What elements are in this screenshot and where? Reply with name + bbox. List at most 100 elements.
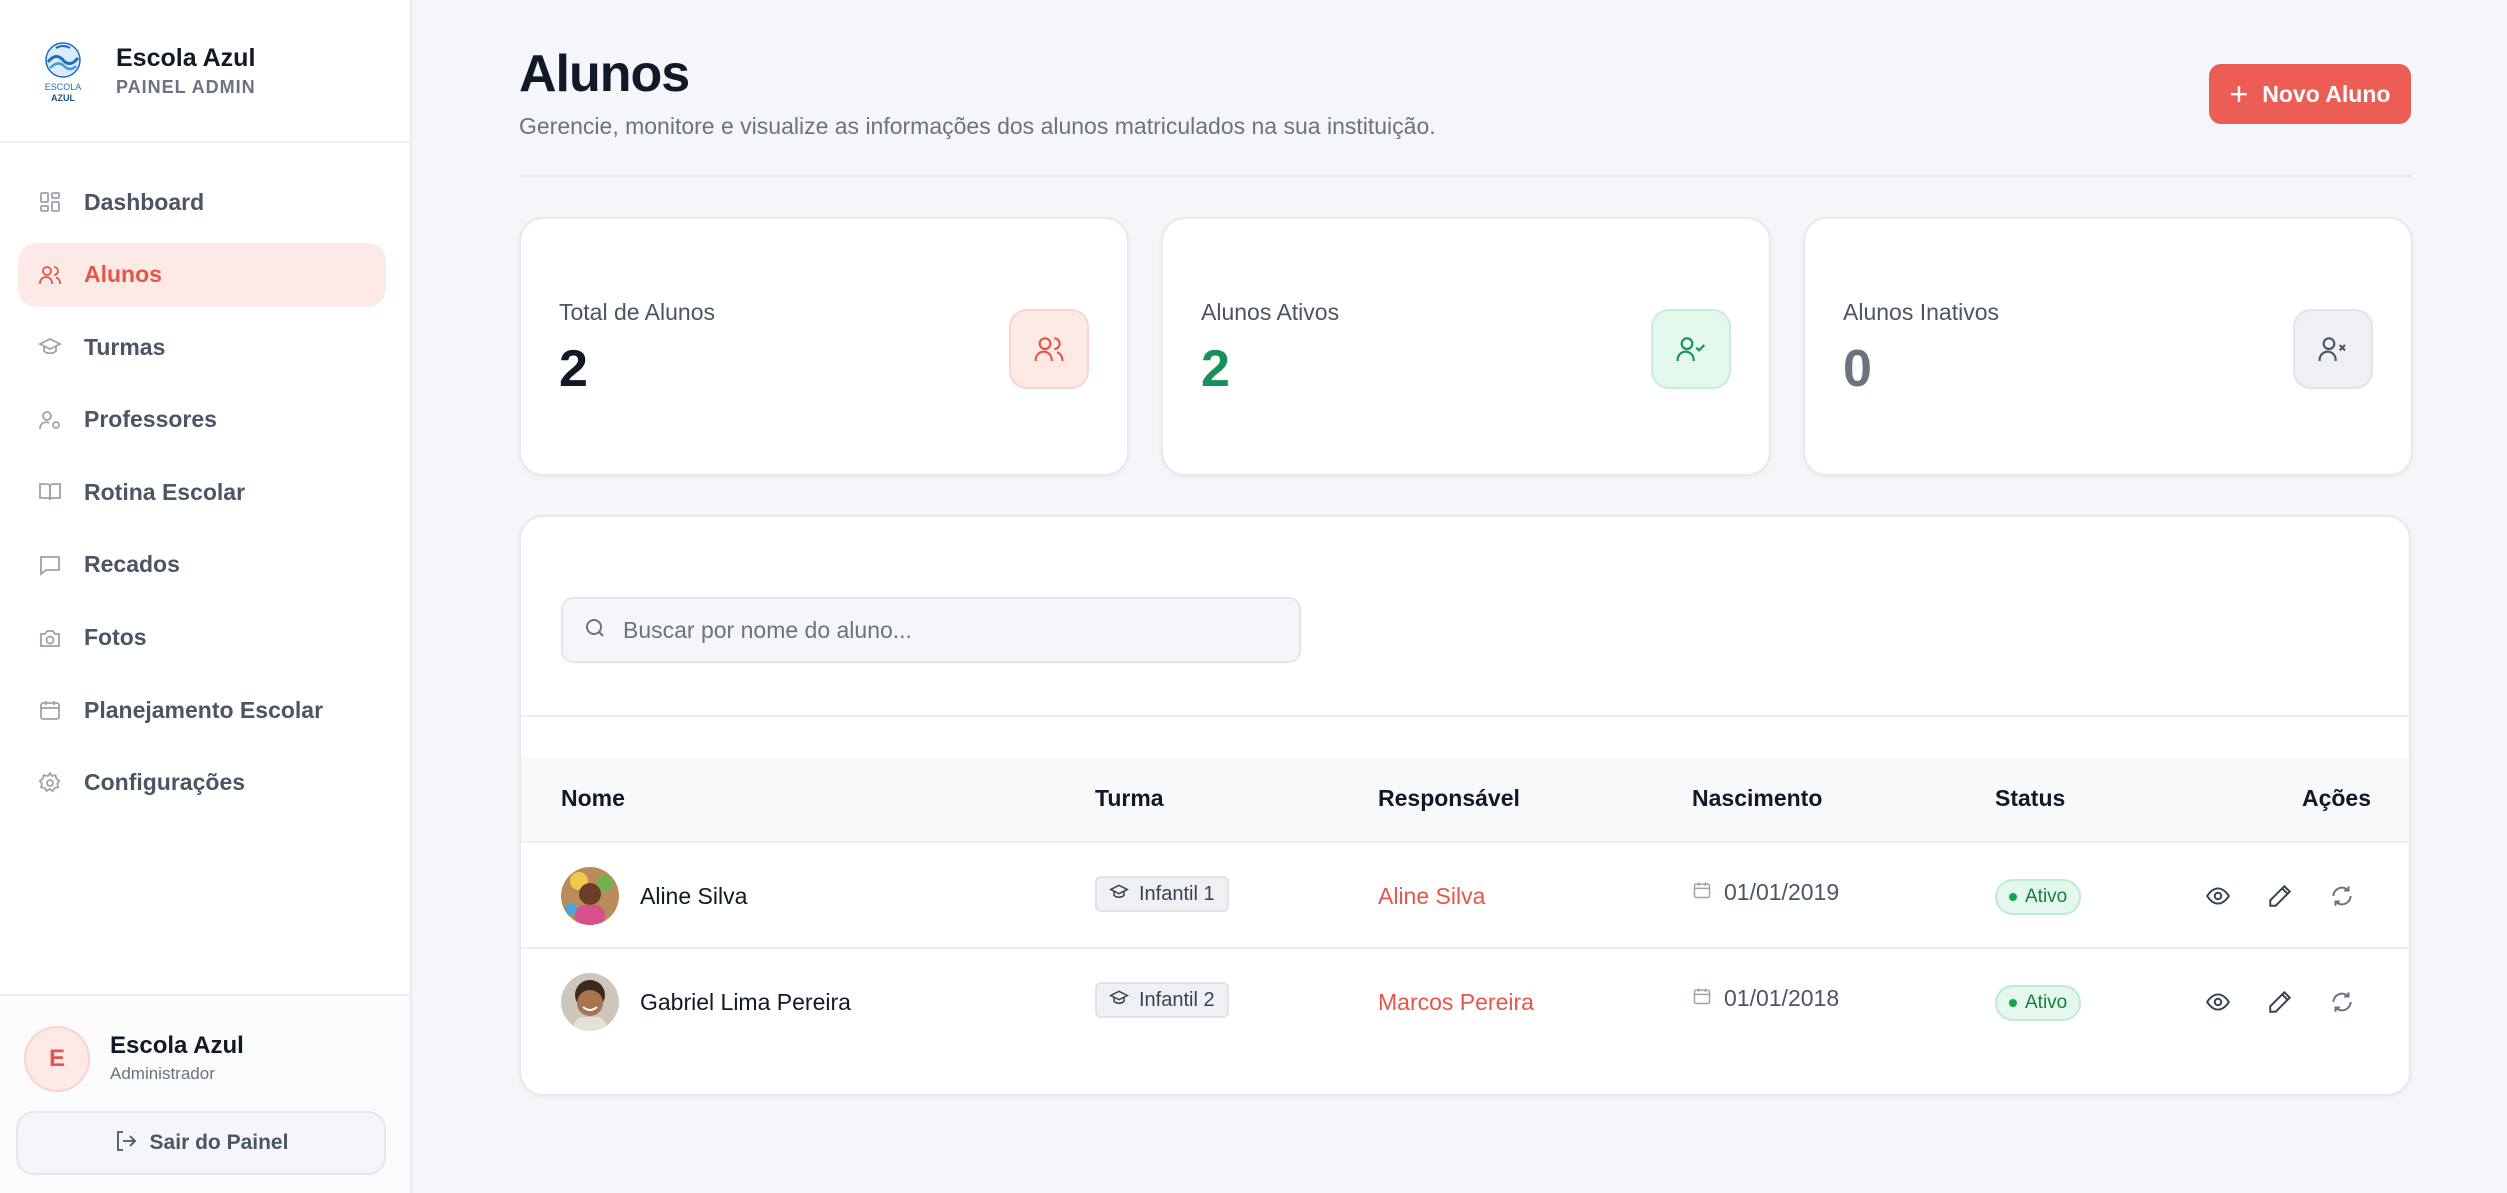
avatar: E — [24, 1026, 90, 1092]
graduation-cap-icon — [1108, 882, 1130, 907]
logo-text-top: ESCOLA — [45, 82, 82, 92]
gear-icon — [36, 769, 64, 797]
search-input[interactable] — [623, 616, 1263, 644]
students-table-card: Nome Turma Responsável Nascimento Status… — [519, 515, 2411, 1096]
plus-icon: + — [2229, 76, 2249, 112]
column-header-status[interactable]: Status — [1995, 785, 2065, 812]
class-label: Infantil 1 — [1139, 882, 1215, 905]
sidebar-item-label: Turmas — [84, 333, 166, 360]
user-name: Escola Azul — [110, 1032, 244, 1059]
sidebar-item-fotos[interactable]: Fotos — [18, 606, 386, 670]
status-badge: Ativo — [1995, 985, 2082, 1021]
stat-value: 2 — [1201, 340, 1230, 398]
search-icon — [583, 616, 607, 645]
sidebar-item-label: Alunos — [84, 261, 162, 288]
calendar-icon — [36, 696, 64, 724]
table-row[interactable]: Aline Silva Infantil 1 Aline Silva 01/01… — [521, 843, 2409, 949]
user-role: Administrador — [110, 1064, 215, 1083]
stat-label: Total de Alunos — [559, 299, 716, 325]
column-header-acoes: Ações — [2301, 785, 2371, 811]
student-avatar — [561, 867, 619, 925]
calendar-icon — [1692, 880, 1712, 905]
brand-name: Escola Azul — [116, 44, 256, 72]
camera-icon — [36, 624, 64, 652]
stat-label: Alunos Ativos — [1201, 299, 1340, 325]
book-icon — [36, 478, 64, 506]
status-dot — [2009, 893, 2017, 901]
view-icon[interactable] — [2203, 987, 2233, 1017]
status-dot — [2009, 999, 2017, 1007]
sidebar-item-recados[interactable]: Recados — [18, 533, 386, 597]
sidebar-item-label: Rotina Escolar — [84, 478, 246, 505]
sidebar: ESCOLA AZUL Escola Azul PAINEL ADMIN Das… — [0, 0, 412, 1193]
view-icon[interactable] — [2203, 881, 2233, 911]
class-badge: Infantil 1 — [1095, 876, 1229, 912]
search-box — [561, 597, 1301, 663]
guardian-link[interactable]: Aline Silva — [1378, 883, 1485, 910]
birth-date: 01/01/2018 — [1692, 985, 1839, 1012]
column-header-nascimento[interactable]: Nascimento — [1692, 785, 1822, 812]
status-label: Ativo — [2025, 886, 2068, 907]
sidebar-item-turmas[interactable]: Turmas — [18, 315, 386, 379]
new-student-button[interactable]: + Novo Aluno — [2209, 64, 2411, 124]
stat-label: Alunos Inativos — [1843, 299, 1999, 325]
divider — [519, 175, 2411, 177]
table-row[interactable]: Gabriel Lima Pereira Infantil 2 Marcos P… — [521, 949, 2409, 1055]
stat-card-inactive: Alunos Inativos 0 — [1803, 217, 2413, 476]
new-student-label: Novo Aluno — [2262, 80, 2391, 107]
refresh-icon[interactable] — [2327, 987, 2357, 1017]
brand-subtitle: PAINEL ADMIN — [116, 77, 256, 97]
sidebar-item-label: Fotos — [84, 624, 147, 651]
message-icon — [36, 551, 64, 579]
class-label: Infantil 2 — [1139, 988, 1215, 1011]
logout-icon — [114, 1129, 138, 1158]
edit-icon[interactable] — [2265, 881, 2295, 911]
sidebar-item-professores[interactable]: Professores — [18, 388, 386, 452]
refresh-icon[interactable] — [2327, 881, 2357, 911]
sidebar-item-configuracoes[interactable]: Configurações — [18, 751, 386, 815]
student-name[interactable]: Gabriel Lima Pereira — [640, 989, 851, 1016]
divider — [521, 715, 2409, 717]
stat-card-total: Total de Alunos 2 — [519, 217, 1129, 476]
status-label: Ativo — [2025, 992, 2068, 1013]
users-icon — [1009, 309, 1089, 389]
sidebar-item-label: Dashboard — [84, 188, 205, 215]
class-badge: Infantil 2 — [1095, 982, 1229, 1018]
logout-button[interactable]: Sair do Painel — [16, 1111, 386, 1175]
sidebar-item-label: Configurações — [84, 769, 246, 796]
sidebar-item-label: Planejamento Escolar — [84, 696, 324, 723]
stat-card-active: Alunos Ativos 2 — [1161, 217, 1771, 476]
guardian-link[interactable]: Marcos Pereira — [1378, 989, 1534, 1016]
column-header-nome[interactable]: Nome — [561, 785, 625, 812]
user-x-icon — [2293, 309, 2373, 389]
sidebar-item-planejamento-escolar[interactable]: Planejamento Escolar — [18, 678, 386, 742]
logout-label: Sair do Painel — [149, 1131, 289, 1154]
school-logo: ESCOLA AZUL — [45, 42, 82, 103]
dashboard-icon — [36, 188, 64, 216]
student-name[interactable]: Aline Silva — [640, 883, 747, 910]
users-icon — [36, 261, 64, 289]
user-check-icon — [1651, 309, 1731, 389]
stat-value: 0 — [1843, 340, 1872, 398]
column-header-responsavel[interactable]: Responsável — [1378, 785, 1520, 812]
graduation-cap-icon — [36, 333, 64, 361]
stat-value: 2 — [559, 340, 588, 398]
sidebar-item-label: Recados — [84, 551, 180, 578]
edit-icon[interactable] — [2265, 987, 2295, 1017]
status-badge: Ativo — [1995, 879, 2082, 915]
student-avatar — [561, 973, 619, 1031]
logo-text-bottom: AZUL — [51, 93, 75, 103]
user-panel: E Escola Azul Administrador Sair do Pain… — [0, 994, 410, 1193]
sidebar-item-alunos[interactable]: Alunos — [18, 242, 386, 307]
sidebar-item-dashboard[interactable]: Dashboard — [18, 170, 386, 234]
birth-date-value: 01/01/2019 — [1724, 879, 1840, 905]
user-cog-icon — [36, 406, 64, 434]
calendar-icon — [1692, 986, 1712, 1011]
graduation-cap-icon — [1108, 988, 1130, 1013]
page-subtitle: Gerencie, monitore e visualize as inform… — [519, 113, 1436, 139]
table-header: Nome Turma Responsável Nascimento Status… — [521, 757, 2409, 843]
column-header-turma[interactable]: Turma — [1095, 785, 1164, 812]
sidebar-nav: Dashboard Alunos Turmas Professores Roti… — [18, 170, 386, 823]
page-title: Alunos — [519, 45, 690, 103]
sidebar-item-rotina-escolar[interactable]: Rotina Escolar — [18, 460, 386, 524]
